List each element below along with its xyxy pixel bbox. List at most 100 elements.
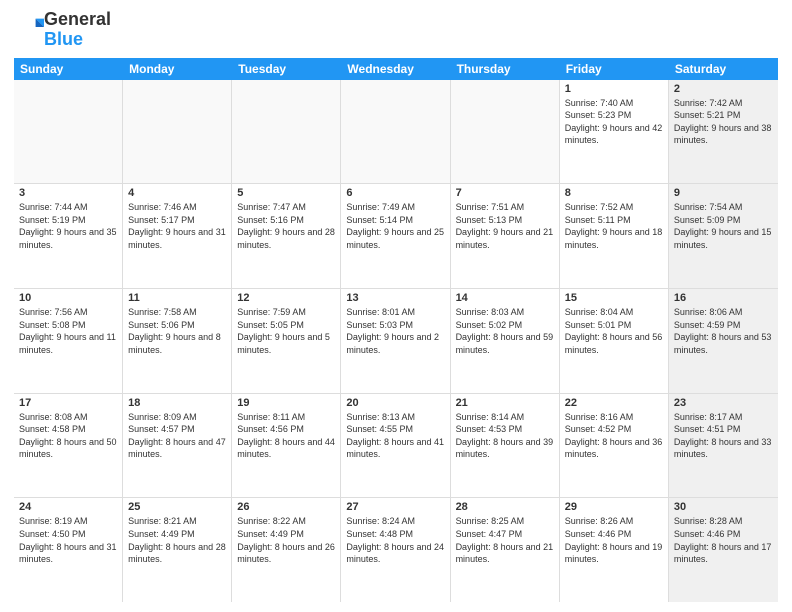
calendar-cell: 1 Sunrise: 7:40 AM Sunset: 5:23 PM Daylig… [560,80,669,184]
day-number: 6 [346,187,444,199]
calendar-cell: 2Sunrise: 7:42 AM Sunset: 5:21 PM Daylig… [669,80,778,184]
weekday-header: Saturday [669,58,778,80]
day-info: Sunrise: 7:40 AM Sunset: 5:23 PM Dayligh… [565,97,663,147]
weekday-header: Sunday [14,58,123,80]
calendar-cell: 22 Sunrise: 8:16 AM Sunset: 4:52 PM Dayli… [560,394,669,498]
calendar-cell: 18 Sunrise: 8:09 AM Sunset: 4:57 PM Dayli… [123,394,232,498]
day-info: Sunrise: 7:47 AM Sunset: 5:16 PM Dayligh… [237,201,335,251]
day-info: Sunrise: 7:46 AM Sunset: 5:17 PM Dayligh… [128,201,226,251]
calendar-cell: 19 Sunrise: 8:11 AM Sunset: 4:56 PM Dayli… [232,394,341,498]
day-number: 18 [128,397,226,409]
calendar-cell: 27Sunrise: 8:24 AM Sunset: 4:48 PM Dayli… [341,498,450,602]
calendar-cell: 20Sunrise: 8:13 AM Sunset: 4:55 PM Dayli… [341,394,450,498]
calendar-cell [451,80,560,184]
calendar-cell: 29Sunrise: 8:26 AM Sunset: 4:46 PM Dayli… [560,498,669,602]
calendar-cell: 10Sunrise: 7:56 AM Sunset: 5:08 PM Dayli… [14,289,123,393]
header: General Blue [14,10,778,50]
day-number: 3 [19,187,117,199]
day-number: 26 [237,501,335,513]
calendar-row: 24Sunrise: 8:19 AM Sunset: 4:50 PM Dayli… [14,498,778,602]
calendar-cell [123,80,232,184]
day-number: 8 [565,187,663,199]
day-number: 17 [19,397,117,409]
calendar-cell: 21 Sunrise: 8:14 AM Sunset: 4:53 PM Dayli… [451,394,560,498]
calendar-cell [341,80,450,184]
weekday-header: Monday [123,58,232,80]
calendar-row: 3 Sunrise: 7:44 AM Sunset: 5:19 PM Daylig… [14,184,778,289]
day-info: Sunrise: 7:49 AM Sunset: 5:14 PM Dayligh… [346,201,444,251]
calendar: SundayMondayTuesdayWednesdayThursdayFrid… [14,58,778,602]
day-number: 1 [565,83,663,95]
day-number: 13 [346,292,444,304]
calendar-row: 17 Sunrise: 8:08 AM Sunset: 4:58 PM Dayli… [14,394,778,499]
calendar-cell: 24Sunrise: 8:19 AM Sunset: 4:50 PM Dayli… [14,498,123,602]
calendar-cell: 5 Sunrise: 7:47 AM Sunset: 5:16 PM Daylig… [232,184,341,288]
calendar-cell: 17 Sunrise: 8:08 AM Sunset: 4:58 PM Dayli… [14,394,123,498]
day-number: 9 [674,187,773,199]
day-number: 30 [674,501,773,513]
calendar-cell: 25 Sunrise: 8:21 AM Sunset: 4:49 PM Dayli… [123,498,232,602]
weekday-header: Tuesday [232,58,341,80]
calendar-cell: 3 Sunrise: 7:44 AM Sunset: 5:19 PM Daylig… [14,184,123,288]
day-info: Sunrise: 8:14 AM Sunset: 4:53 PM Dayligh… [456,411,554,461]
day-number: 7 [456,187,554,199]
day-number: 24 [19,501,117,513]
calendar-cell: 23 Sunrise: 8:17 AM Sunset: 4:51 PM Dayli… [669,394,778,498]
page: General Blue SundayMondayTuesdayWednesda… [0,0,792,612]
day-number: 19 [237,397,335,409]
calendar-cell [232,80,341,184]
logo-icon [16,13,44,41]
day-info: Sunrise: 8:04 AM Sunset: 5:01 PM Dayligh… [565,306,663,356]
day-info: Sunrise: 8:24 AM Sunset: 4:48 PM Dayligh… [346,515,444,565]
calendar-cell [14,80,123,184]
day-info: Sunrise: 8:25 AM Sunset: 4:47 PM Dayligh… [456,515,554,565]
day-number: 15 [565,292,663,304]
day-number: 22 [565,397,663,409]
calendar-cell: 11 Sunrise: 7:58 AM Sunset: 5:06 PM Dayli… [123,289,232,393]
calendar-row: 10Sunrise: 7:56 AM Sunset: 5:08 PM Dayli… [14,289,778,394]
day-info: Sunrise: 8:28 AM Sunset: 4:46 PM Dayligh… [674,515,773,565]
day-info: Sunrise: 8:08 AM Sunset: 4:58 PM Dayligh… [19,411,117,461]
calendar-cell: 16 Sunrise: 8:06 AM Sunset: 4:59 PM Dayli… [669,289,778,393]
day-info: Sunrise: 8:06 AM Sunset: 4:59 PM Dayligh… [674,306,773,356]
day-number: 23 [674,397,773,409]
calendar-cell: 15 Sunrise: 8:04 AM Sunset: 5:01 PM Dayli… [560,289,669,393]
day-info: Sunrise: 8:01 AM Sunset: 5:03 PM Dayligh… [346,306,444,356]
day-info: Sunrise: 7:56 AM Sunset: 5:08 PM Dayligh… [19,306,117,356]
day-info: Sunrise: 8:03 AM Sunset: 5:02 PM Dayligh… [456,306,554,356]
day-info: Sunrise: 7:44 AM Sunset: 5:19 PM Dayligh… [19,201,117,251]
day-number: 16 [674,292,773,304]
day-number: 29 [565,501,663,513]
calendar-cell: 9 Sunrise: 7:54 AM Sunset: 5:09 PM Daylig… [669,184,778,288]
day-number: 5 [237,187,335,199]
day-info: Sunrise: 7:51 AM Sunset: 5:13 PM Dayligh… [456,201,554,251]
calendar-cell: 8 Sunrise: 7:52 AM Sunset: 5:11 PM Daylig… [560,184,669,288]
weekday-header: Wednesday [341,58,450,80]
day-info: Sunrise: 8:16 AM Sunset: 4:52 PM Dayligh… [565,411,663,461]
day-info: Sunrise: 8:21 AM Sunset: 4:49 PM Dayligh… [128,515,226,565]
day-number: 25 [128,501,226,513]
day-number: 28 [456,501,554,513]
calendar-cell: 12Sunrise: 7:59 AM Sunset: 5:05 PM Dayli… [232,289,341,393]
weekday-header: Thursday [451,58,560,80]
day-info: Sunrise: 8:09 AM Sunset: 4:57 PM Dayligh… [128,411,226,461]
calendar-cell: 6 Sunrise: 7:49 AM Sunset: 5:14 PM Daylig… [341,184,450,288]
calendar-cell: 28 Sunrise: 8:25 AM Sunset: 4:47 PM Dayli… [451,498,560,602]
calendar-cell: 7 Sunrise: 7:51 AM Sunset: 5:13 PM Daylig… [451,184,560,288]
day-info: Sunrise: 7:58 AM Sunset: 5:06 PM Dayligh… [128,306,226,356]
calendar-cell: 30 Sunrise: 8:28 AM Sunset: 4:46 PM Dayli… [669,498,778,602]
day-info: Sunrise: 7:52 AM Sunset: 5:11 PM Dayligh… [565,201,663,251]
calendar-row: 1 Sunrise: 7:40 AM Sunset: 5:23 PM Daylig… [14,80,778,185]
day-number: 12 [237,292,335,304]
day-info: Sunrise: 8:11 AM Sunset: 4:56 PM Dayligh… [237,411,335,461]
weekday-header: Friday [560,58,669,80]
day-number: 21 [456,397,554,409]
day-info: Sunrise: 8:17 AM Sunset: 4:51 PM Dayligh… [674,411,773,461]
logo: General Blue [14,10,111,50]
calendar-body: 1 Sunrise: 7:40 AM Sunset: 5:23 PM Daylig… [14,80,778,602]
day-number: 20 [346,397,444,409]
day-info: Sunrise: 7:42 AM Sunset: 5:21 PM Dayligh… [674,97,773,147]
day-number: 11 [128,292,226,304]
calendar-cell: 13 Sunrise: 8:01 AM Sunset: 5:03 PM Dayli… [341,289,450,393]
day-info: Sunrise: 7:54 AM Sunset: 5:09 PM Dayligh… [674,201,773,251]
